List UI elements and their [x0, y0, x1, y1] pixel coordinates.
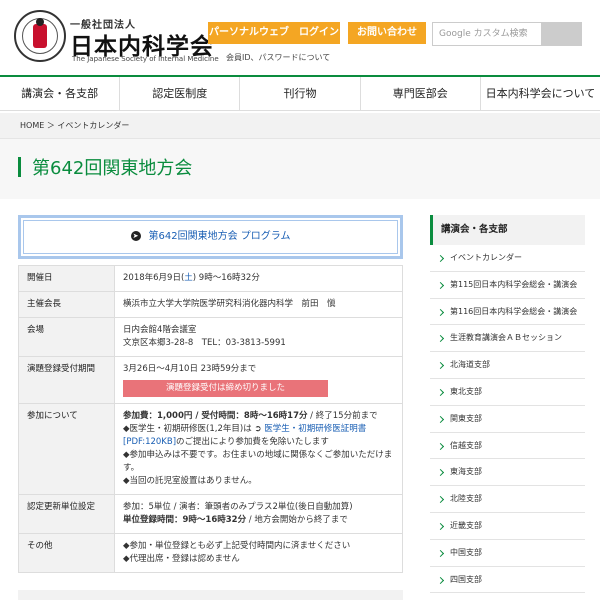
other-value: ◆参加・単位登録とも必ず上記受付時間内に済ませください ◆代理出席・登録は認めま…	[114, 533, 403, 573]
venue-name: 日内会館4階会議室	[123, 325, 197, 335]
other-label: その他	[18, 533, 115, 573]
student-exemption: ◆医学生・初期研修医(1,2年目)は ➲ 医学生・初期研修医証明書[PDF:12…	[123, 423, 394, 449]
date-label: 開催日	[18, 265, 115, 292]
student-text-tail: のご提出により参加費を免除いたします	[176, 437, 329, 447]
sidebar-item-chugoku[interactable]: 中国支部	[430, 540, 585, 567]
participation-fee: 参加費：1,000円 / 受付時間：8時〜16時17分 / 終了15分前まで	[123, 410, 394, 423]
registration-value: 3月26日〜4月10日 23時59分まで演題登録受付は締め切りました	[114, 356, 403, 404]
society-logo-icon[interactable]	[14, 10, 66, 62]
logo-english: The Japanese Society of Internal Medicin…	[72, 55, 219, 63]
program-link-label: 第642回関東地方会 プログラム	[148, 231, 291, 242]
credit-time-bold: 単位登録時間：9時〜16時32分	[123, 515, 247, 525]
contact-button[interactable]: お問い合わせ	[348, 22, 426, 44]
sidebar-item-hokkaido[interactable]: 北海道支部	[430, 352, 585, 379]
sidebar-item-kanto[interactable]: 関東支部	[430, 406, 585, 433]
table-row: 主催会長 横浜市立大学大学院医学研究科消化器内科学 前田 愼	[18, 291, 403, 318]
program-link[interactable]: ➤ 第642回関東地方会 プログラム	[23, 220, 398, 254]
credit-value: 参加：5単位 / 演者：筆頭者のみプラス2単位(後日自動加算) 単位登録時間：9…	[114, 494, 403, 534]
arrow-right-icon: ➤	[130, 231, 141, 241]
nav-item-specialists[interactable]: 専門医部会	[359, 77, 480, 110]
event-info-table: 開催日 2018年6月9日(土) 9時〜16時32分 主催会長 横浜市立大学大学…	[18, 265, 403, 573]
nav-item-certification[interactable]: 認定医制度	[119, 77, 239, 110]
registration-period: 3月26日〜4月10日 23時59分まで	[123, 364, 257, 374]
credit-units: 参加：5単位 / 演者：筆頭者のみプラス2単位(後日自動加算)	[123, 502, 353, 512]
registration-closed-badge: 演題登録受付は締め切りました	[123, 380, 328, 397]
sidebar-item-ab-session[interactable]: 生涯教育講演会ＡＢセッション	[430, 325, 585, 353]
personal-web-login-button[interactable]: パーソナルウェブ ログイン	[208, 22, 340, 44]
main-nav: 講演会・各支部 認定医制度 刊行物 専門医部会 日本内科学会について	[0, 75, 600, 111]
sidebar-item-115th-meeting[interactable]: 第115回日本内科学会総会・講演会	[430, 272, 585, 299]
sidebar-item-event-calendar[interactable]: イベントカレンダー	[430, 245, 585, 272]
page-title: 第642回関東地方会	[32, 158, 193, 179]
title-accent	[18, 157, 21, 177]
search-input[interactable]: Google カスタム検索	[432, 22, 542, 46]
venue-value: 日内会館4階会議室文京区本郷3-28-8 TEL：03-3813-5991	[114, 317, 403, 357]
chair-value: 横浜市立大学大学院医学研究科消化器内科学 前田 愼	[114, 291, 403, 318]
sidebar-item-tokai[interactable]: 東海支部	[430, 459, 585, 487]
table-row: 会場 日内会館4階会議室文京区本郷3-28-8 TEL：03-3813-5991	[18, 317, 403, 357]
table-row: 認定更新単位設定 参加：5単位 / 演者：筆頭者のみプラス2単位(後日自動加算)…	[18, 494, 403, 534]
table-row: その他 ◆参加・単位登録とも必ず上記受付時間内に済ませください ◆代理出席・登録…	[18, 533, 403, 573]
chair-label: 主催会長	[18, 291, 115, 318]
next-section-strip	[18, 590, 403, 600]
breadcrumb-bar: HOME ＞ イベントカレンダー	[0, 113, 600, 139]
login-help-link[interactable]: 会員ID、パスワードについて	[226, 52, 330, 63]
credit-time-tail: / 地方会開始から終了まで	[246, 515, 348, 525]
sidebar-item-shinetsu[interactable]: 信越支部	[430, 433, 585, 460]
date-day: 土	[184, 273, 193, 283]
site-header: 一般社団法人 日本内科学会 The Japanese Society of In…	[0, 0, 600, 75]
credit-time: 単位登録時間：9時〜16時32分 / 地方会開始から終了まで	[123, 514, 394, 527]
search-button[interactable]	[542, 22, 582, 46]
sidebar-item-116th-meeting[interactable]: 第116回日本内科学会総会・講演会	[430, 299, 585, 326]
other-note-1: ◆参加・単位登録とも必ず上記受付時間内に済ませください	[123, 541, 351, 551]
participation-note: ◆参加申込みは不要です。お住まいの地域に関係なくご参加いただけます。	[123, 450, 393, 473]
table-row: 参加について 参加費：1,000円 / 受付時間：8時〜16時17分 / 終了1…	[18, 403, 403, 495]
credit-label: 認定更新単位設定	[18, 494, 115, 534]
sidebar-heading: 講演会・各支部	[430, 215, 585, 245]
nav-item-about[interactable]: 日本内科学会について	[479, 77, 600, 110]
sidebar-item-hokuriku[interactable]: 北陸支部	[430, 486, 585, 513]
program-box: ➤ 第642回関東地方会 プログラム	[18, 215, 403, 259]
table-row: 開催日 2018年6月9日(土) 9時〜16時32分	[18, 265, 403, 292]
participation-label: 参加について	[18, 403, 115, 495]
sidebar-item-tohoku[interactable]: 東北支部	[430, 379, 585, 406]
participation-value: 参加費：1,000円 / 受付時間：8時〜16時17分 / 終了15分前まで ◆…	[114, 403, 403, 495]
sidebar-item-kinki[interactable]: 近畿支部	[430, 513, 585, 540]
sidebar-item-shikoku[interactable]: 四国支部	[430, 567, 585, 594]
fee-tail: / 終了15分前まで	[307, 411, 378, 421]
nav-item-lectures[interactable]: 講演会・各支部	[0, 77, 119, 110]
date-text: 2018年6月9日(	[123, 273, 185, 283]
venue-address: 文京区本郷3-28-8 TEL：03-3813-5991	[123, 338, 286, 348]
table-row: 演題登録受付期間 3月26日〜4月10日 23時59分まで演題登録受付は締め切り…	[18, 356, 403, 404]
other-note-2: ◆代理出席・登録は認めません	[123, 554, 240, 564]
registration-label: 演題登録受付期間	[18, 356, 115, 404]
student-text: ◆医学生・初期研修医(1,2年目)は ➲	[123, 424, 265, 434]
breadcrumb[interactable]: HOME ＞ イベントカレンダー	[20, 120, 129, 131]
venue-label: 会場	[18, 317, 115, 357]
sidebar: 講演会・各支部 イベントカレンダー 第115回日本内科学会総会・講演会 第116…	[430, 215, 585, 594]
nursery-note: ◆当回の託児室設置はありません。	[123, 476, 257, 486]
nav-item-publications[interactable]: 刊行物	[239, 77, 359, 110]
fee-text: 参加費：1,000円 / 受付時間：8時〜16時17分	[123, 411, 308, 421]
date-value: 2018年6月9日(土) 9時〜16時32分	[114, 265, 403, 292]
date-time: ) 9時〜16時32分	[192, 273, 260, 283]
